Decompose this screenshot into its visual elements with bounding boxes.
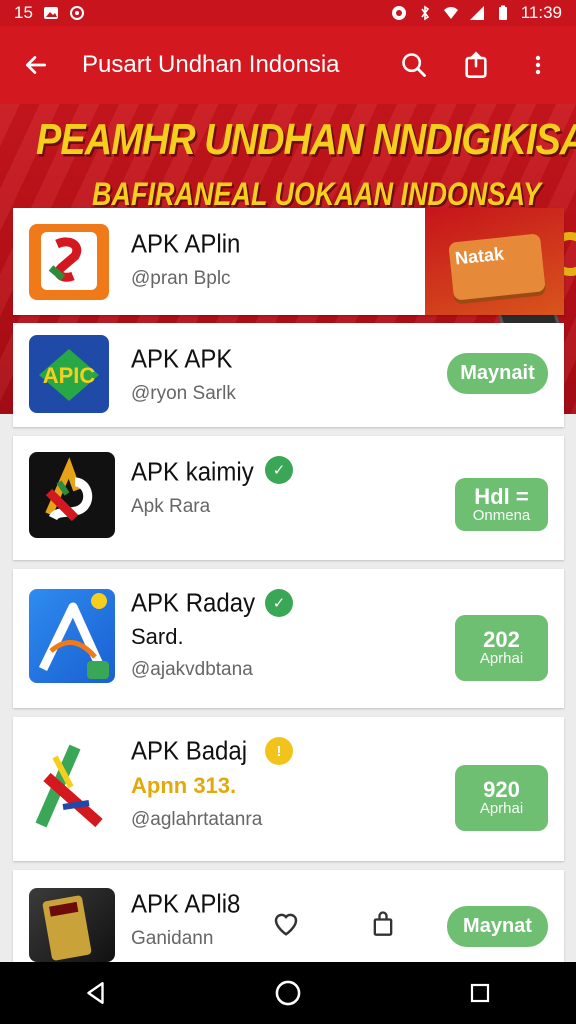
app-icon-2: APIC [29, 335, 109, 413]
circle-home-icon [275, 980, 301, 1006]
nav-home-button[interactable] [258, 963, 318, 1023]
install-button-5-sublabel: Aprhai [479, 800, 524, 818]
system-nav-bar [0, 962, 576, 1024]
app-icon-2-text: APIC [43, 363, 96, 388]
badge-icon: ! [265, 737, 293, 765]
app-card-3[interactable]: APK kaimiy ✓ Apk Rara Hdl = Onmena [13, 436, 564, 560]
app-icon-1 [29, 224, 109, 300]
more-vertical-icon [535, 55, 541, 75]
nav-recents-button[interactable] [450, 963, 510, 1023]
app-bar: Pusart Undhan Indonsia [0, 26, 576, 104]
install-button-5[interactable]: 920 Aprhai [455, 765, 548, 831]
gallery-icon [43, 7, 58, 19]
app-icon-4 [29, 589, 115, 683]
app-card-2[interactable]: APIC APK APK @ryon Sarlk Maynait [13, 323, 564, 427]
install-button-4[interactable]: 202 Aprhai [455, 615, 548, 681]
install-button-4-label: 202 [483, 627, 520, 653]
app-developer-6: Ganidann [131, 928, 214, 949]
bluetooth-icon [421, 5, 429, 21]
banner-headline: PEAMHR UNDHAN NNDIGIKISA [36, 116, 576, 165]
install-button-2-label: Maynait [460, 362, 535, 384]
share-button[interactable] [454, 43, 498, 87]
install-button-2[interactable]: Maynait [447, 353, 548, 394]
install-button-6[interactable]: Maynat [447, 906, 548, 947]
record-icon [391, 6, 406, 20]
signal-icon [469, 6, 484, 20]
nav-back-button[interactable] [66, 963, 126, 1023]
arrow-left-icon [25, 56, 47, 74]
app-card-5[interactable]: APK Badaj ! Apnn 313. @aglahrtatanra 920… [13, 717, 564, 861]
favorite-button[interactable] [271, 908, 303, 940]
app-name-5: APK Badaj [131, 737, 248, 767]
more-button[interactable] [516, 43, 560, 87]
install-button-5-label: 920 [483, 777, 520, 803]
share-icon [465, 51, 487, 78]
app-name-3: APK kaimiy [131, 458, 254, 488]
app-icon-3 [29, 452, 115, 538]
back-button[interactable] [16, 45, 56, 85]
search-button[interactable] [392, 43, 436, 87]
notification-icon [69, 6, 84, 20]
app-icon-6 [29, 888, 115, 962]
app-name-6: APK APli8 [131, 890, 241, 920]
status-clock: 11:39 [520, 3, 562, 22]
app-card-4[interactable]: APK Raday ✓ Sard. @ajakvdbtana 202 Aprha… [13, 569, 564, 708]
app-name-1: APK APlin [131, 230, 241, 260]
wifi-icon [443, 7, 458, 19]
verified-badge-icon: ✓ [265, 589, 293, 617]
app-category-5: Apnn 313. [131, 773, 237, 798]
install-button-3-label: Hdl = [474, 483, 529, 509]
verified-badge-icon: ✓ [265, 456, 293, 484]
app-developer-5: @aglahrtatanra [131, 809, 263, 830]
battery-icon [498, 5, 507, 20]
search-icon [402, 53, 426, 77]
app-developer-2: @ryon Sarlk [131, 383, 236, 404]
status-bar: 15 11:39 [0, 0, 576, 26]
square-recents-icon [470, 983, 490, 1003]
install-button-4-sublabel: Aprhai [479, 650, 524, 668]
cart-button[interactable] [369, 908, 401, 940]
app-card-6[interactable]: APK APli8 Ganidann Maynat [13, 870, 564, 962]
status-time: 15 [14, 3, 33, 22]
app-icon-5 [29, 737, 109, 833]
app-developer-1: @pran Bplc [131, 268, 231, 289]
triangle-back-icon [87, 982, 104, 1004]
page-title: Pusart Undhan Indonsia [82, 51, 340, 78]
app-developer-4: @ajakvdbtana [131, 659, 253, 680]
app-name-4: APK Raday [131, 589, 256, 619]
heart-icon [274, 913, 298, 936]
install-button-3[interactable]: Hdl = Onmena [455, 478, 548, 531]
app-developer-3: Apk Rara [131, 496, 211, 517]
promo-image[interactable]: Natak [425, 208, 564, 315]
app-name-2: APK APK [131, 345, 233, 375]
app-category-4: Sard. [131, 624, 184, 649]
app-card-1[interactable]: APK APlin @pran Bplc Natak [13, 208, 564, 315]
install-button-3-sublabel: Onmena [472, 506, 531, 524]
install-button-6-label: Maynat [463, 915, 532, 937]
shopping-bag-icon [373, 911, 393, 936]
